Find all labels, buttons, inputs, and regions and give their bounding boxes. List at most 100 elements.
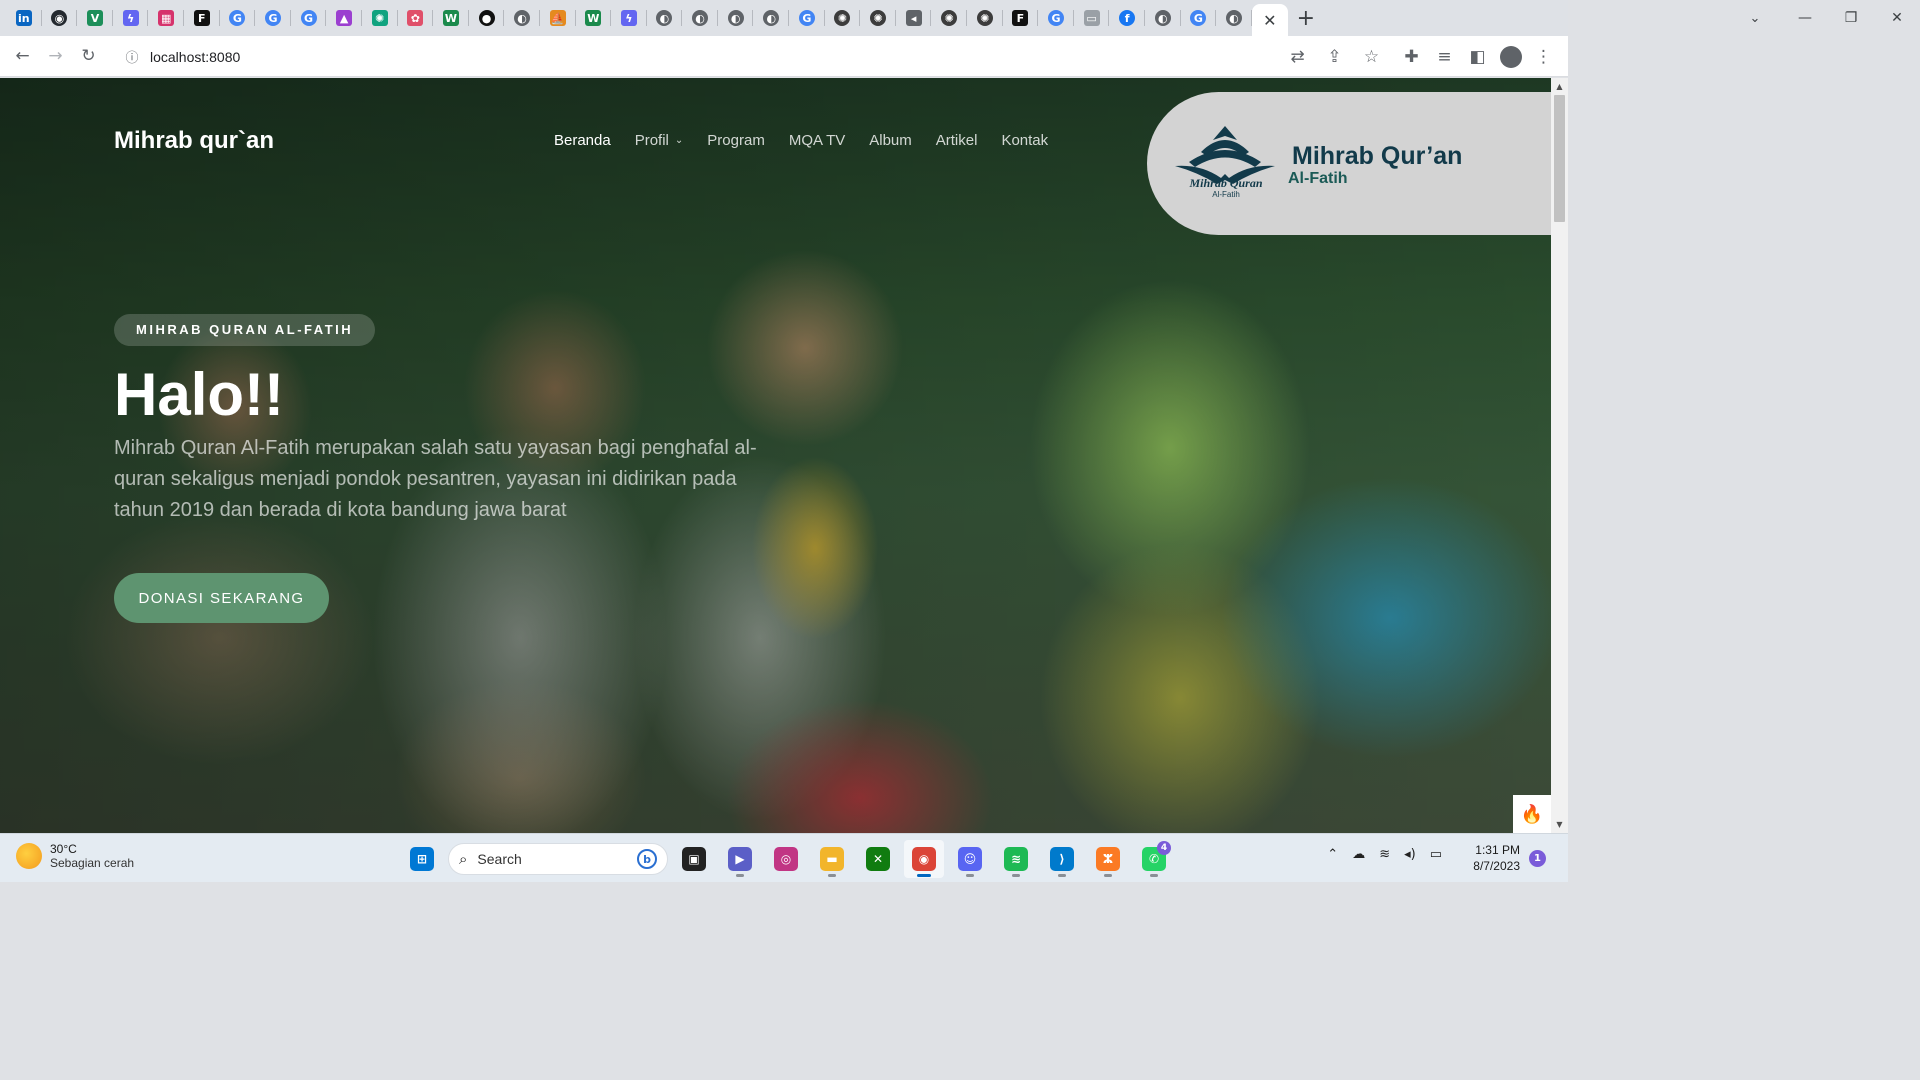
nav-item-program[interactable]: Program <box>707 132 765 149</box>
browser-tab[interactable]: ● <box>469 0 505 36</box>
nav-item-mqa-tv[interactable]: MQA TV <box>789 132 845 149</box>
meet-icon: ▶ <box>728 847 752 871</box>
reload-button[interactable]: ↻ <box>72 40 105 73</box>
discord-taskbar-button[interactable]: ☺ <box>950 840 990 878</box>
browser-tab[interactable]: ϟ <box>113 0 149 36</box>
taskbar-search-box[interactable]: ⌕ Search b <box>448 843 668 875</box>
cloud-off-icon[interactable]: ☁ <box>1352 847 1365 862</box>
tab-search-button[interactable]: ⌄ <box>1740 0 1770 36</box>
browser-tab[interactable]: ▭ <box>1074 0 1110 36</box>
browser-tab[interactable]: ✺ <box>825 0 861 36</box>
browser-tab[interactable]: ✺ <box>860 0 896 36</box>
browser-tab[interactable]: ▦ <box>148 0 184 36</box>
page-scrollbar[interactable]: ▲ ▼ <box>1551 78 1568 833</box>
browser-tab[interactable]: G <box>1038 0 1074 36</box>
share-icon[interactable]: ⇪ <box>1318 40 1351 73</box>
volume-icon[interactable]: ◂) <box>1404 847 1416 862</box>
scrollbar-thumb[interactable] <box>1554 95 1565 222</box>
instagram-taskbar-button[interactable]: ◎ <box>766 840 806 878</box>
menu-kebab-icon[interactable]: ⋮ <box>1527 40 1560 73</box>
vscode-taskbar-button[interactable]: ⟩ <box>1042 840 1082 878</box>
browser-tab[interactable]: ▲ <box>326 0 362 36</box>
browser-tab[interactable]: in <box>6 0 42 36</box>
new-tab-button[interactable]: + <box>1288 0 1324 36</box>
nav-item-label: Profil <box>634 132 669 149</box>
browser-tab[interactable]: ◐ <box>504 0 540 36</box>
stripe-bolt-icon: ϟ <box>620 10 637 26</box>
meet-taskbar-button[interactable]: ▶ <box>720 840 760 878</box>
partly-sunny-icon <box>16 843 42 869</box>
clock[interactable]: 1:31 PM 8/7/2023 <box>1473 842 1520 874</box>
browser-tab[interactable]: V <box>77 0 113 36</box>
nav-item-album[interactable]: Album <box>869 132 912 149</box>
browser-tab[interactable]: ✿ <box>398 0 434 36</box>
browser-tab[interactable]: ◐ <box>1145 0 1181 36</box>
notification-count-badge[interactable]: 1 <box>1529 850 1546 867</box>
browser-tab[interactable]: G <box>789 0 825 36</box>
browser-tab[interactable]: ◐ <box>1216 0 1252 36</box>
nav-item-artikel[interactable]: Artikel <box>936 132 978 149</box>
task-view-taskbar-button[interactable]: ▣ <box>674 840 714 878</box>
browser-tab[interactable]: ◐ <box>682 0 718 36</box>
side-panel-icon[interactable]: ◧ <box>1461 40 1494 73</box>
browser-tab[interactable]: G <box>1181 0 1217 36</box>
whatsapp-taskbar-button[interactable]: ✆ 4 <box>1134 840 1174 878</box>
browser-tab[interactable]: f <box>1109 0 1145 36</box>
url-text[interactable]: localhost:8080 <box>150 49 240 65</box>
nav-item-beranda[interactable]: Beranda <box>554 132 611 149</box>
browser-tab[interactable]: ◐ <box>753 0 789 36</box>
extensions-icon[interactable]: ✚ <box>1395 40 1428 73</box>
globe-icon: ◐ <box>692 10 709 26</box>
spotify-taskbar-button[interactable]: ≋ <box>996 840 1036 878</box>
scroll-down-arrow-icon[interactable]: ▼ <box>1551 816 1568 833</box>
browser-tab[interactable]: G <box>220 0 256 36</box>
back-button[interactable]: ← <box>6 40 39 73</box>
browser-tab[interactable]: ✺ <box>931 0 967 36</box>
chevron-up-icon[interactable]: ⌃ <box>1327 847 1338 862</box>
maximize-button[interactable]: ❐ <box>1828 0 1874 36</box>
site-info-icon[interactable]: ⓘ <box>120 47 144 66</box>
browser-tab[interactable]: G <box>291 0 327 36</box>
bookmark-star-icon[interactable]: ☆ <box>1355 40 1388 73</box>
active-tab[interactable]: ✕ <box>1251 4 1288 36</box>
profile-icon[interactable] <box>1494 40 1527 73</box>
minimize-button[interactable]: — <box>1782 0 1828 36</box>
address-bar[interactable]: ⓘ localhost:8080 <box>110 40 1400 73</box>
wifi-icon[interactable]: ≋ <box>1379 847 1390 862</box>
browser-tab[interactable]: ⛵ <box>540 0 576 36</box>
browser-tab[interactable]: ◂ <box>896 0 932 36</box>
media-queue-icon[interactable]: ≡ <box>1428 40 1461 73</box>
translate-icon[interactable]: ⇄ <box>1281 40 1314 73</box>
browser-tab[interactable]: ✺ <box>362 0 398 36</box>
site-brand[interactable]: Mihrab qur`an <box>114 127 274 155</box>
donate-button[interactable]: DONASI SEKARANG <box>114 573 329 623</box>
floating-fire-button[interactable]: 🔥 <box>1513 795 1551 833</box>
close-tab-icon[interactable]: ✕ <box>1263 11 1276 30</box>
browser-tab[interactable]: ϟ <box>611 0 647 36</box>
browser-tab[interactable]: W <box>576 0 612 36</box>
chevron-down-icon: ⌄ <box>674 135 684 146</box>
browser-tab[interactable]: ◐ <box>718 0 754 36</box>
xbox-taskbar-button[interactable]: ✕ <box>858 840 898 878</box>
windows-start-taskbar-button[interactable]: ⊞ <box>402 840 442 878</box>
browser-tab[interactable]: F <box>184 0 220 36</box>
weather-widget[interactable]: 30°C Sebagian cerah <box>16 842 134 870</box>
close-window-button[interactable]: ✕ <box>1874 0 1920 36</box>
browser-tab[interactable]: ◐ <box>647 0 683 36</box>
browser-tab[interactable]: ◉ <box>42 0 78 36</box>
browser-tab[interactable]: ✺ <box>967 0 1003 36</box>
xampp-taskbar-button[interactable]: ⵣ <box>1088 840 1128 878</box>
file-explorer-taskbar-button[interactable]: ▬ <box>812 840 852 878</box>
chrome-taskbar-button[interactable]: ◉ <box>904 840 944 878</box>
nav-item-kontak[interactable]: Kontak <box>1001 132 1048 149</box>
browser-tab[interactable]: F <box>1003 0 1039 36</box>
browser-tab[interactable]: G <box>255 0 291 36</box>
browser-tab[interactable]: W <box>433 0 469 36</box>
battery-icon[interactable]: ▭ <box>1430 847 1442 862</box>
forward-button[interactable]: → <box>39 40 72 73</box>
record-app-icon: ● <box>478 10 495 26</box>
search-icon: ⌕ <box>459 850 468 868</box>
scroll-up-arrow-icon[interactable]: ▲ <box>1551 78 1568 95</box>
f-app-icon: F <box>193 10 210 26</box>
nav-item-profil[interactable]: Profil ⌄ <box>635 132 684 149</box>
